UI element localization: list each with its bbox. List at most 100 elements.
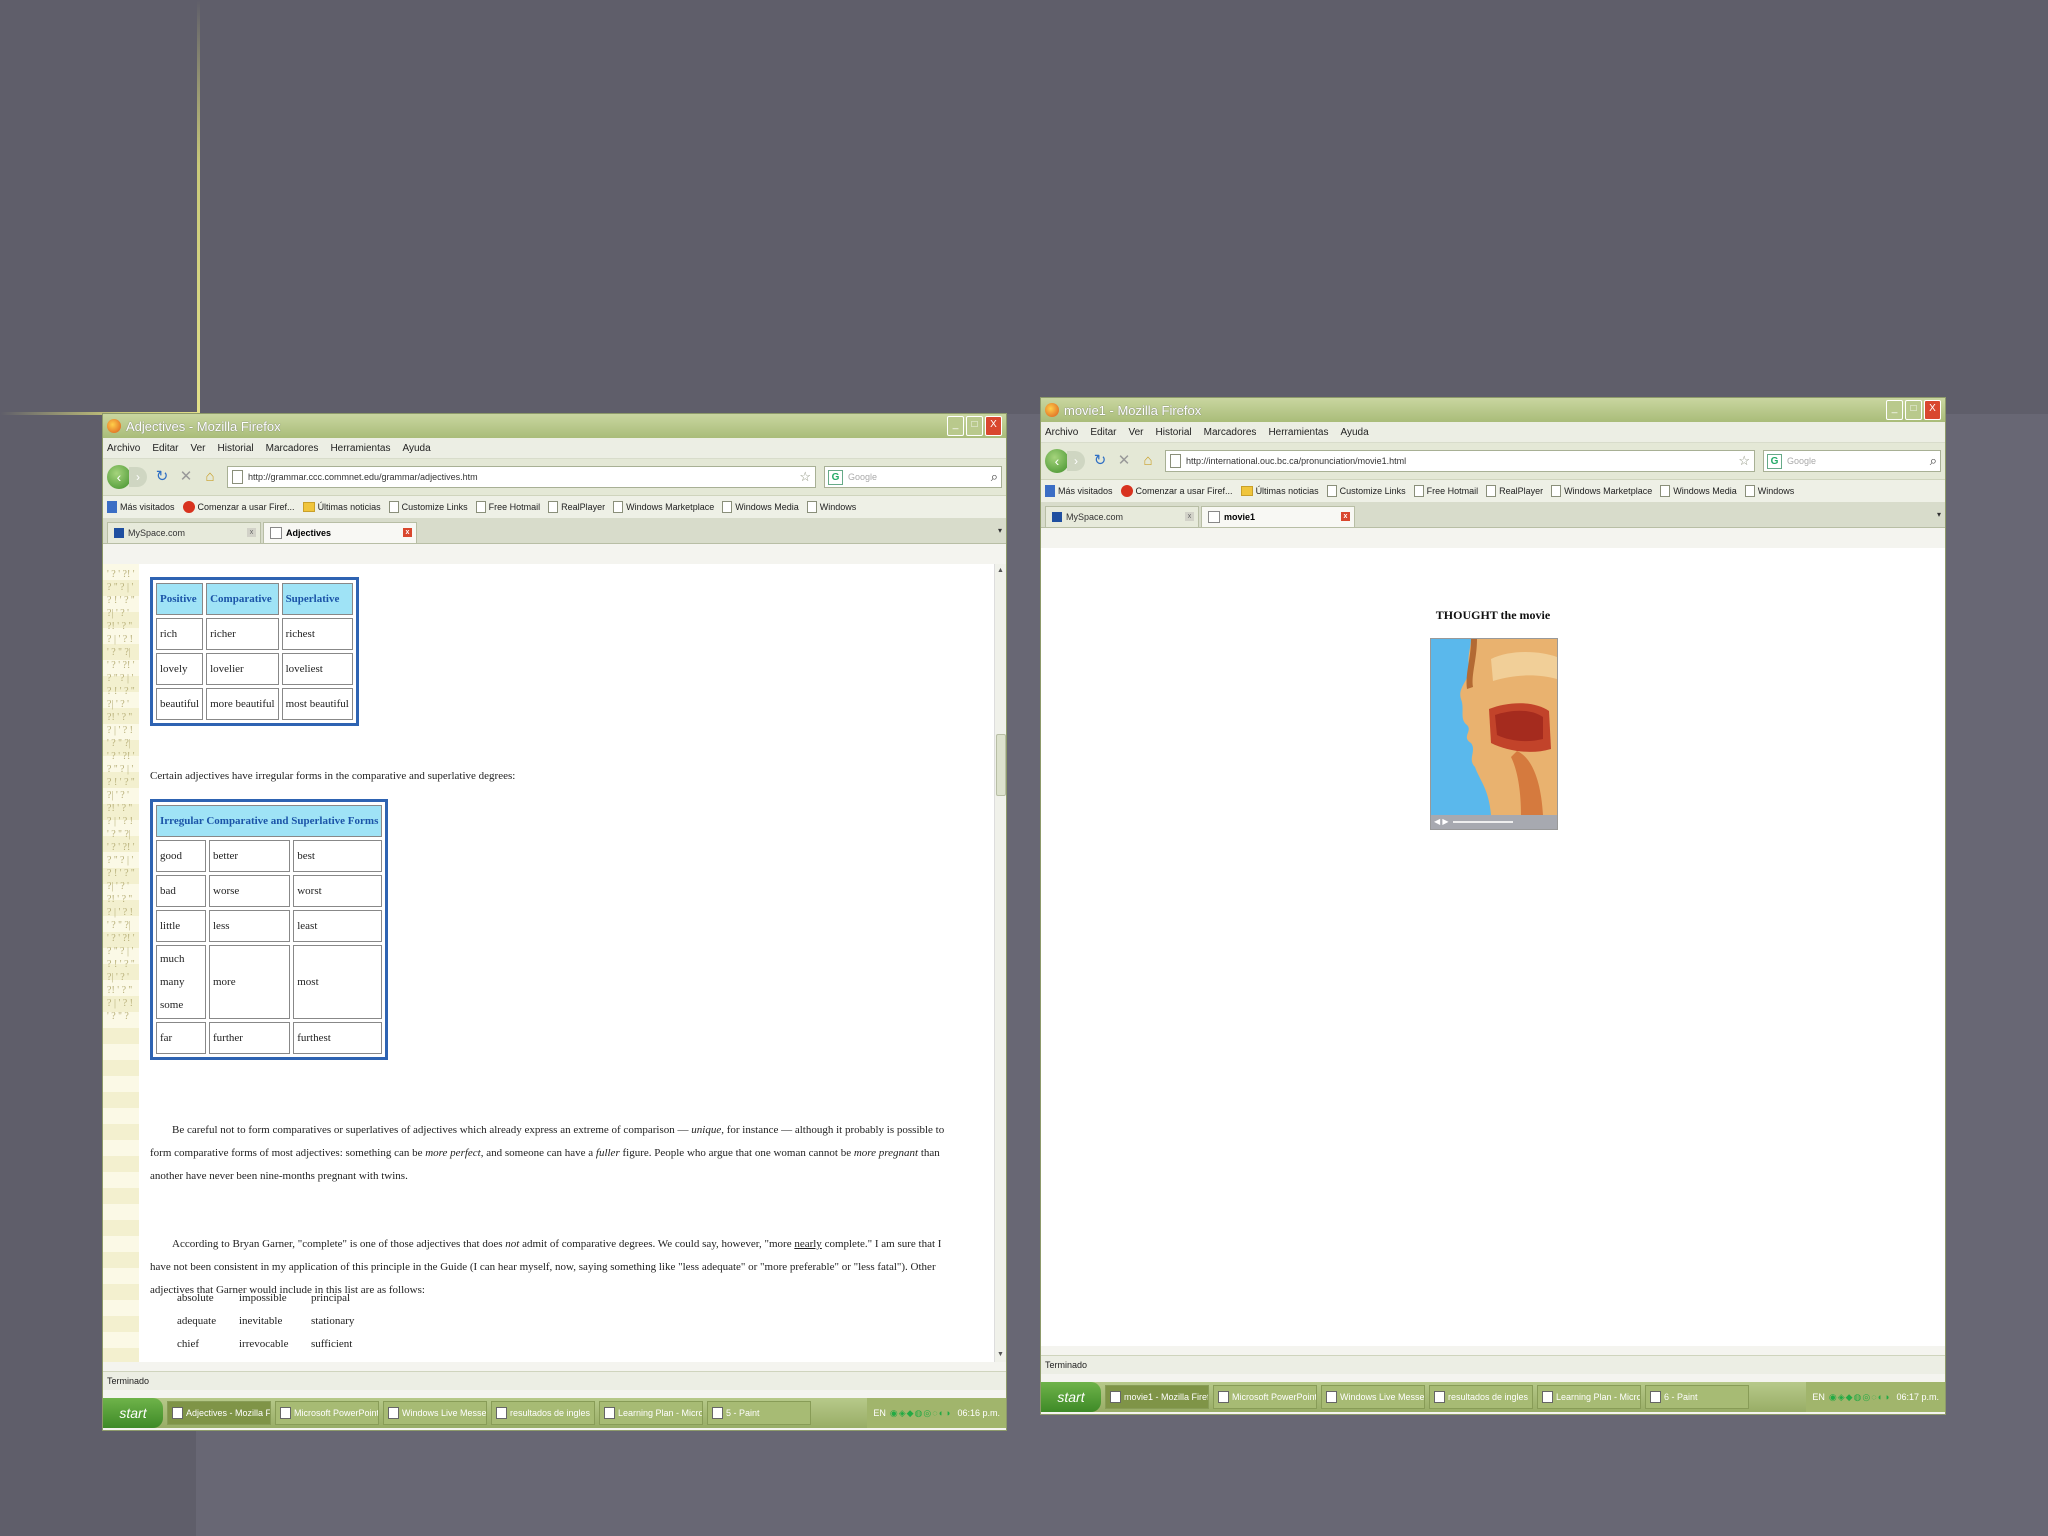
menu-ayuda[interactable]: Ayuda <box>402 443 430 454</box>
menu-historial[interactable]: Historial <box>1156 427 1192 438</box>
table-cell: lovelier <box>206 653 279 685</box>
task-movie1[interactable]: movie1 - Mozilla Firefox <box>1105 1385 1209 1409</box>
scroll-thumb[interactable] <box>996 734 1006 796</box>
search-input[interactable]: G Google ⌕ <box>1763 450 1941 472</box>
task-messenger[interactable]: Windows Live Messen... <box>1321 1385 1425 1409</box>
task-resultados[interactable]: resultados de ingles <box>491 1401 595 1425</box>
google-icon[interactable]: G <box>828 469 843 485</box>
google-icon[interactable]: G <box>1767 453 1782 469</box>
task-powerpoint[interactable]: Microsoft PowerPoint ... <box>1213 1385 1317 1409</box>
task-adjectives[interactable]: Adjectives - Mozilla Fi... <box>167 1401 271 1425</box>
task-paint[interactable]: 6 - Paint <box>1645 1385 1749 1409</box>
maximize-button[interactable]: □ <box>1905 400 1922 420</box>
search-input[interactable]: G Google ⌕ <box>824 466 1002 488</box>
table-cell: beautiful <box>156 688 204 720</box>
bookmark-comenzar[interactable]: Comenzar a usar Firef... <box>182 501 295 513</box>
bookmark-windows-media[interactable]: Windows Media <box>722 501 799 513</box>
search-icon[interactable]: ⌕ <box>991 469 998 485</box>
close-button[interactable]: X <box>1924 400 1941 420</box>
task-learning-plan[interactable]: Learning Plan - Micros... <box>599 1401 703 1425</box>
menu-historial[interactable]: Historial <box>218 443 254 454</box>
language-indicator[interactable]: EN <box>873 1408 886 1418</box>
tab-close-icon[interactable]: x <box>1341 512 1350 521</box>
bookmark-windows-marketplace[interactable]: Windows Marketplace <box>613 501 714 513</box>
maximize-button[interactable]: □ <box>966 416 983 436</box>
bookmark-comenzar[interactable]: Comenzar a usar Firef... <box>1120 485 1233 497</box>
task-learning-plan[interactable]: Learning Plan - Micros... <box>1537 1385 1641 1409</box>
language-indicator[interactable]: EN <box>1812 1392 1825 1402</box>
minimize-button[interactable]: _ <box>947 416 964 436</box>
menu-ver[interactable]: Ver <box>1128 427 1143 438</box>
menu-ver[interactable]: Ver <box>190 443 205 454</box>
tab-close-icon[interactable]: x <box>403 528 412 537</box>
bookmark-windows-media[interactable]: Windows Media <box>1660 485 1737 497</box>
video-controls[interactable]: ◀ ▶ <box>1431 815 1557 829</box>
bookmark-windows[interactable]: Windows <box>806 501 856 513</box>
bookmark-windows-marketplace[interactable]: Windows Marketplace <box>1551 485 1652 497</box>
back-button[interactable]: ‹ <box>1045 449 1069 473</box>
bookmark-windows[interactable]: Windows <box>1744 485 1794 497</box>
back-button[interactable]: ‹ <box>107 465 131 489</box>
menu-ayuda[interactable]: Ayuda <box>1340 427 1368 438</box>
bookmark-ultimas-noticias[interactable]: Últimas noticias <box>1240 486 1319 496</box>
tab-movie1[interactable]: movie1 x <box>1201 506 1355 527</box>
start-button[interactable]: start <box>103 1398 163 1428</box>
stop-icon[interactable]: ✕ <box>177 467 195 487</box>
left-title-bar[interactable]: Adjectives - Mozilla Firefox _ □ X <box>103 414 1006 438</box>
start-button[interactable]: start <box>1041 1382 1101 1412</box>
menu-herramientas[interactable]: Herramientas <box>1268 427 1328 438</box>
bookmark-mas-visitados[interactable]: Más visitados <box>107 501 175 513</box>
bookmark-realplayer[interactable]: RealPlayer <box>1486 485 1543 497</box>
menu-bar: Archivo Editar Ver Historial Marcadores … <box>103 438 1006 459</box>
tray-icons[interactable]: ◉◈◆◍◎◌◐◑ <box>1829 1392 1891 1403</box>
task-paint[interactable]: 5 - Paint <box>707 1401 811 1425</box>
tray-icons[interactable]: ◉◈◆◍◎◌◐◑ <box>890 1408 952 1419</box>
menu-marcadores[interactable]: Marcadores <box>1204 427 1257 438</box>
tab-list-icon[interactable]: ▾ <box>1937 510 1941 519</box>
tab-myspace[interactable]: MySpace.com x <box>1045 506 1199 527</box>
menu-editar[interactable]: Editar <box>152 443 178 454</box>
menu-archivo[interactable]: Archivo <box>107 443 140 454</box>
scroll-down-icon[interactable]: ▼ <box>996 1350 1005 1360</box>
vertical-scrollbar[interactable]: ▲ ▼ <box>994 564 1006 1362</box>
url-bar[interactable]: http://international.ouc.bc.ca/pronuncia… <box>1165 450 1755 472</box>
bookmark-free-hotmail[interactable]: Free Hotmail <box>1413 485 1478 497</box>
menu-archivo[interactable]: Archivo <box>1045 427 1078 438</box>
home-icon[interactable]: ⌂ <box>1139 451 1157 471</box>
bookmark-star-icon[interactable]: ☆ <box>1738 453 1750 469</box>
task-messenger[interactable]: Windows Live Messen... <box>383 1401 487 1425</box>
bookmark-ultimas-noticias[interactable]: Últimas noticias <box>302 502 381 512</box>
bookmark-customize-links[interactable]: Customize Links <box>1326 485 1406 497</box>
bookmark-star-icon[interactable]: ☆ <box>799 469 811 485</box>
tab-adjectives[interactable]: Adjectives x <box>263 522 417 543</box>
forward-button[interactable]: › <box>1067 451 1085 471</box>
url-bar[interactable]: http://grammar.ccc.commnet.edu/grammar/a… <box>227 466 816 488</box>
tab-myspace[interactable]: MySpace.com x <box>107 522 261 543</box>
reload-icon[interactable]: ↻ <box>1091 451 1109 471</box>
close-button[interactable]: X <box>985 416 1002 436</box>
tab-close-icon[interactable]: x <box>1185 512 1194 521</box>
tab-close-icon[interactable]: x <box>247 528 256 537</box>
forward-button[interactable]: › <box>129 467 147 487</box>
minimize-button[interactable]: _ <box>1886 400 1903 420</box>
menu-herramientas[interactable]: Herramientas <box>330 443 390 454</box>
search-icon[interactable]: ⌕ <box>1930 453 1937 469</box>
pronunciation-video-player[interactable]: ◀ ▶ <box>1430 638 1558 830</box>
home-icon[interactable]: ⌂ <box>201 467 219 487</box>
video-progress-slider[interactable] <box>1453 821 1513 823</box>
scroll-up-icon[interactable]: ▲ <box>996 566 1005 576</box>
reload-icon[interactable]: ↻ <box>153 467 171 487</box>
task-powerpoint[interactable]: Microsoft PowerPoint ... <box>275 1401 379 1425</box>
bookmark-customize-links[interactable]: Customize Links <box>388 501 468 513</box>
bookmark-realplayer[interactable]: RealPlayer <box>548 501 605 513</box>
stop-icon[interactable]: ✕ <box>1115 451 1133 471</box>
page-icon <box>1413 485 1424 497</box>
play-icon[interactable]: ◀ ▶ <box>1434 817 1449 826</box>
task-resultados[interactable]: resultados de ingles <box>1429 1385 1533 1409</box>
menu-marcadores[interactable]: Marcadores <box>266 443 319 454</box>
right-title-bar[interactable]: movie1 - Mozilla Firefox _ □ X <box>1041 398 1945 422</box>
menu-editar[interactable]: Editar <box>1090 427 1116 438</box>
bookmark-mas-visitados[interactable]: Más visitados <box>1045 485 1113 497</box>
tab-list-icon[interactable]: ▾ <box>998 526 1002 535</box>
bookmark-free-hotmail[interactable]: Free Hotmail <box>475 501 540 513</box>
